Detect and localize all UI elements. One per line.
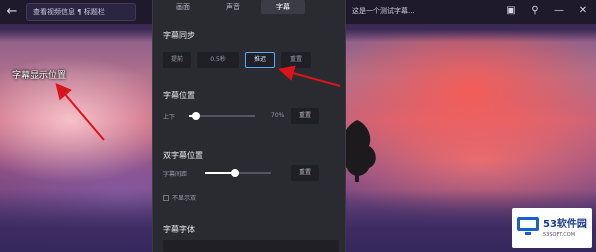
subtitle-sync-buttons: 提前 0.5秒 推迟 重置	[163, 52, 311, 68]
dual-subtitle-position-heading: 双字幕位置	[163, 151, 203, 160]
settings-tabs: 画面 声音 字幕	[153, 0, 347, 16]
tab-picture[interactable]: 画面	[161, 0, 205, 14]
dual-subtitle-checkbox-row[interactable]: 不显示双	[163, 193, 196, 202]
position-reset-button[interactable]: 重置	[291, 108, 319, 124]
window-controls: ▣ ⚲ — ✕	[504, 4, 590, 18]
subtitle-sync-heading: 字幕同步	[163, 31, 195, 40]
subtitle-font-select[interactable]	[163, 240, 339, 252]
dual-position-reset-button[interactable]: 重置	[291, 165, 319, 181]
video-title: 这是一个测试字幕...	[352, 7, 415, 15]
subtitle-settings-panel: 画面 声音 字幕 字幕同步 提前 0.5秒 推迟 重置 字幕位置 上下 70% …	[152, 0, 346, 252]
dual-position-axis-label: 字幕间距	[163, 171, 188, 178]
dual-slider-knob[interactable]	[231, 169, 239, 177]
logo-brand: 53软件园	[543, 219, 587, 230]
position-slider-knob[interactable]	[192, 112, 200, 120]
video-title-tab[interactable]: 查看视频信息 ¶ 标题栏	[26, 3, 136, 21]
cast-icon[interactable]: ▣	[504, 4, 518, 18]
subtitle-font-heading: 字幕字体	[163, 225, 195, 234]
tab-subtitle[interactable]: 字幕	[261, 0, 305, 14]
monitor-logo-icon	[517, 217, 539, 235]
dual-subtitle-checkbox-label: 不显示双	[172, 195, 197, 202]
sync-reset-button[interactable]: 重置	[281, 52, 311, 68]
back-arrow-icon[interactable]: ←	[4, 4, 20, 20]
sync-delay-button[interactable]: 推迟	[245, 52, 275, 68]
sync-advance-button[interactable]: 提前	[163, 52, 191, 68]
subtitle-position-row: 上下 70% 重置	[163, 108, 339, 124]
dual-position-slider[interactable]	[205, 169, 271, 177]
close-icon[interactable]: ✕	[576, 4, 590, 18]
subtitle-preview-text: 字幕显示位置	[12, 71, 67, 81]
dual-subtitle-checkbox[interactable]	[163, 194, 169, 201]
tab-audio[interactable]: 声音	[211, 0, 255, 14]
dual-position-row: 字幕间距 重置	[163, 165, 339, 181]
site-watermark-logo: 53软件园 53SOFT.COM	[512, 208, 592, 248]
pin-icon[interactable]: ⚲	[528, 4, 542, 18]
position-value: 70%	[271, 112, 285, 119]
subtitle-position-slider[interactable]	[189, 112, 255, 120]
minimize-icon[interactable]: —	[552, 4, 566, 18]
sync-step-button[interactable]: 0.5秒	[197, 52, 239, 68]
position-axis-label: 上下	[163, 114, 176, 121]
logo-url: 53SOFT.COM	[543, 232, 576, 238]
subtitle-position-heading: 字幕位置	[163, 91, 195, 100]
